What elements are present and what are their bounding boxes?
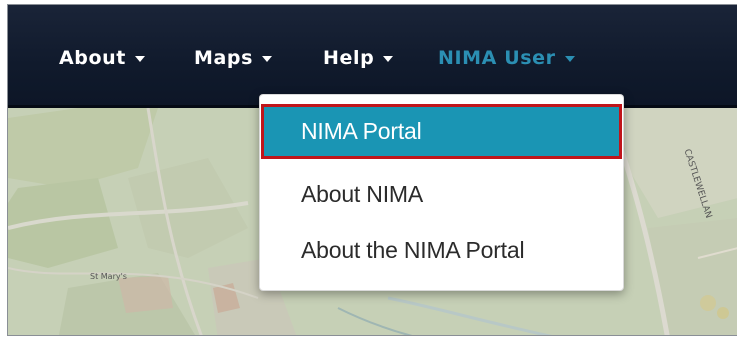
chevron-down-icon <box>383 56 394 62</box>
menu-item-about-nima-portal[interactable]: About the NIMA Portal <box>261 223 622 278</box>
map-label-st-marys: St Mary's <box>90 272 127 281</box>
menu-item-label: About the NIMA Portal <box>301 237 525 263</box>
chevron-down-icon <box>134 56 145 62</box>
app-window: St Mary's CASTLEWELLAN About Maps Help N… <box>7 4 737 336</box>
nav-nima-user-label: NIMA User <box>438 47 556 69</box>
nav-about[interactable]: About <box>59 45 145 71</box>
top-navbar: About Maps Help NIMA User <box>8 5 737 108</box>
menu-item-about-nima[interactable]: About NIMA <box>261 167 622 222</box>
menu-item-label: About NIMA <box>301 181 423 207</box>
nav-maps[interactable]: Maps <box>194 45 273 71</box>
nav-about-label: About <box>59 47 126 69</box>
nav-help-label: Help <box>323 47 375 69</box>
menu-item-label: NIMA Portal <box>301 118 422 144</box>
nav-maps-label: Maps <box>194 47 254 69</box>
nav-help[interactable]: Help <box>323 45 394 71</box>
nav-nima-user[interactable]: NIMA User <box>438 45 575 71</box>
chevron-down-icon <box>564 56 575 62</box>
chevron-down-icon <box>262 56 273 62</box>
nima-user-dropdown-menu: NIMA Portal About NIMA About the NIMA Po… <box>259 94 624 291</box>
menu-item-nima-portal[interactable]: NIMA Portal <box>261 104 622 159</box>
